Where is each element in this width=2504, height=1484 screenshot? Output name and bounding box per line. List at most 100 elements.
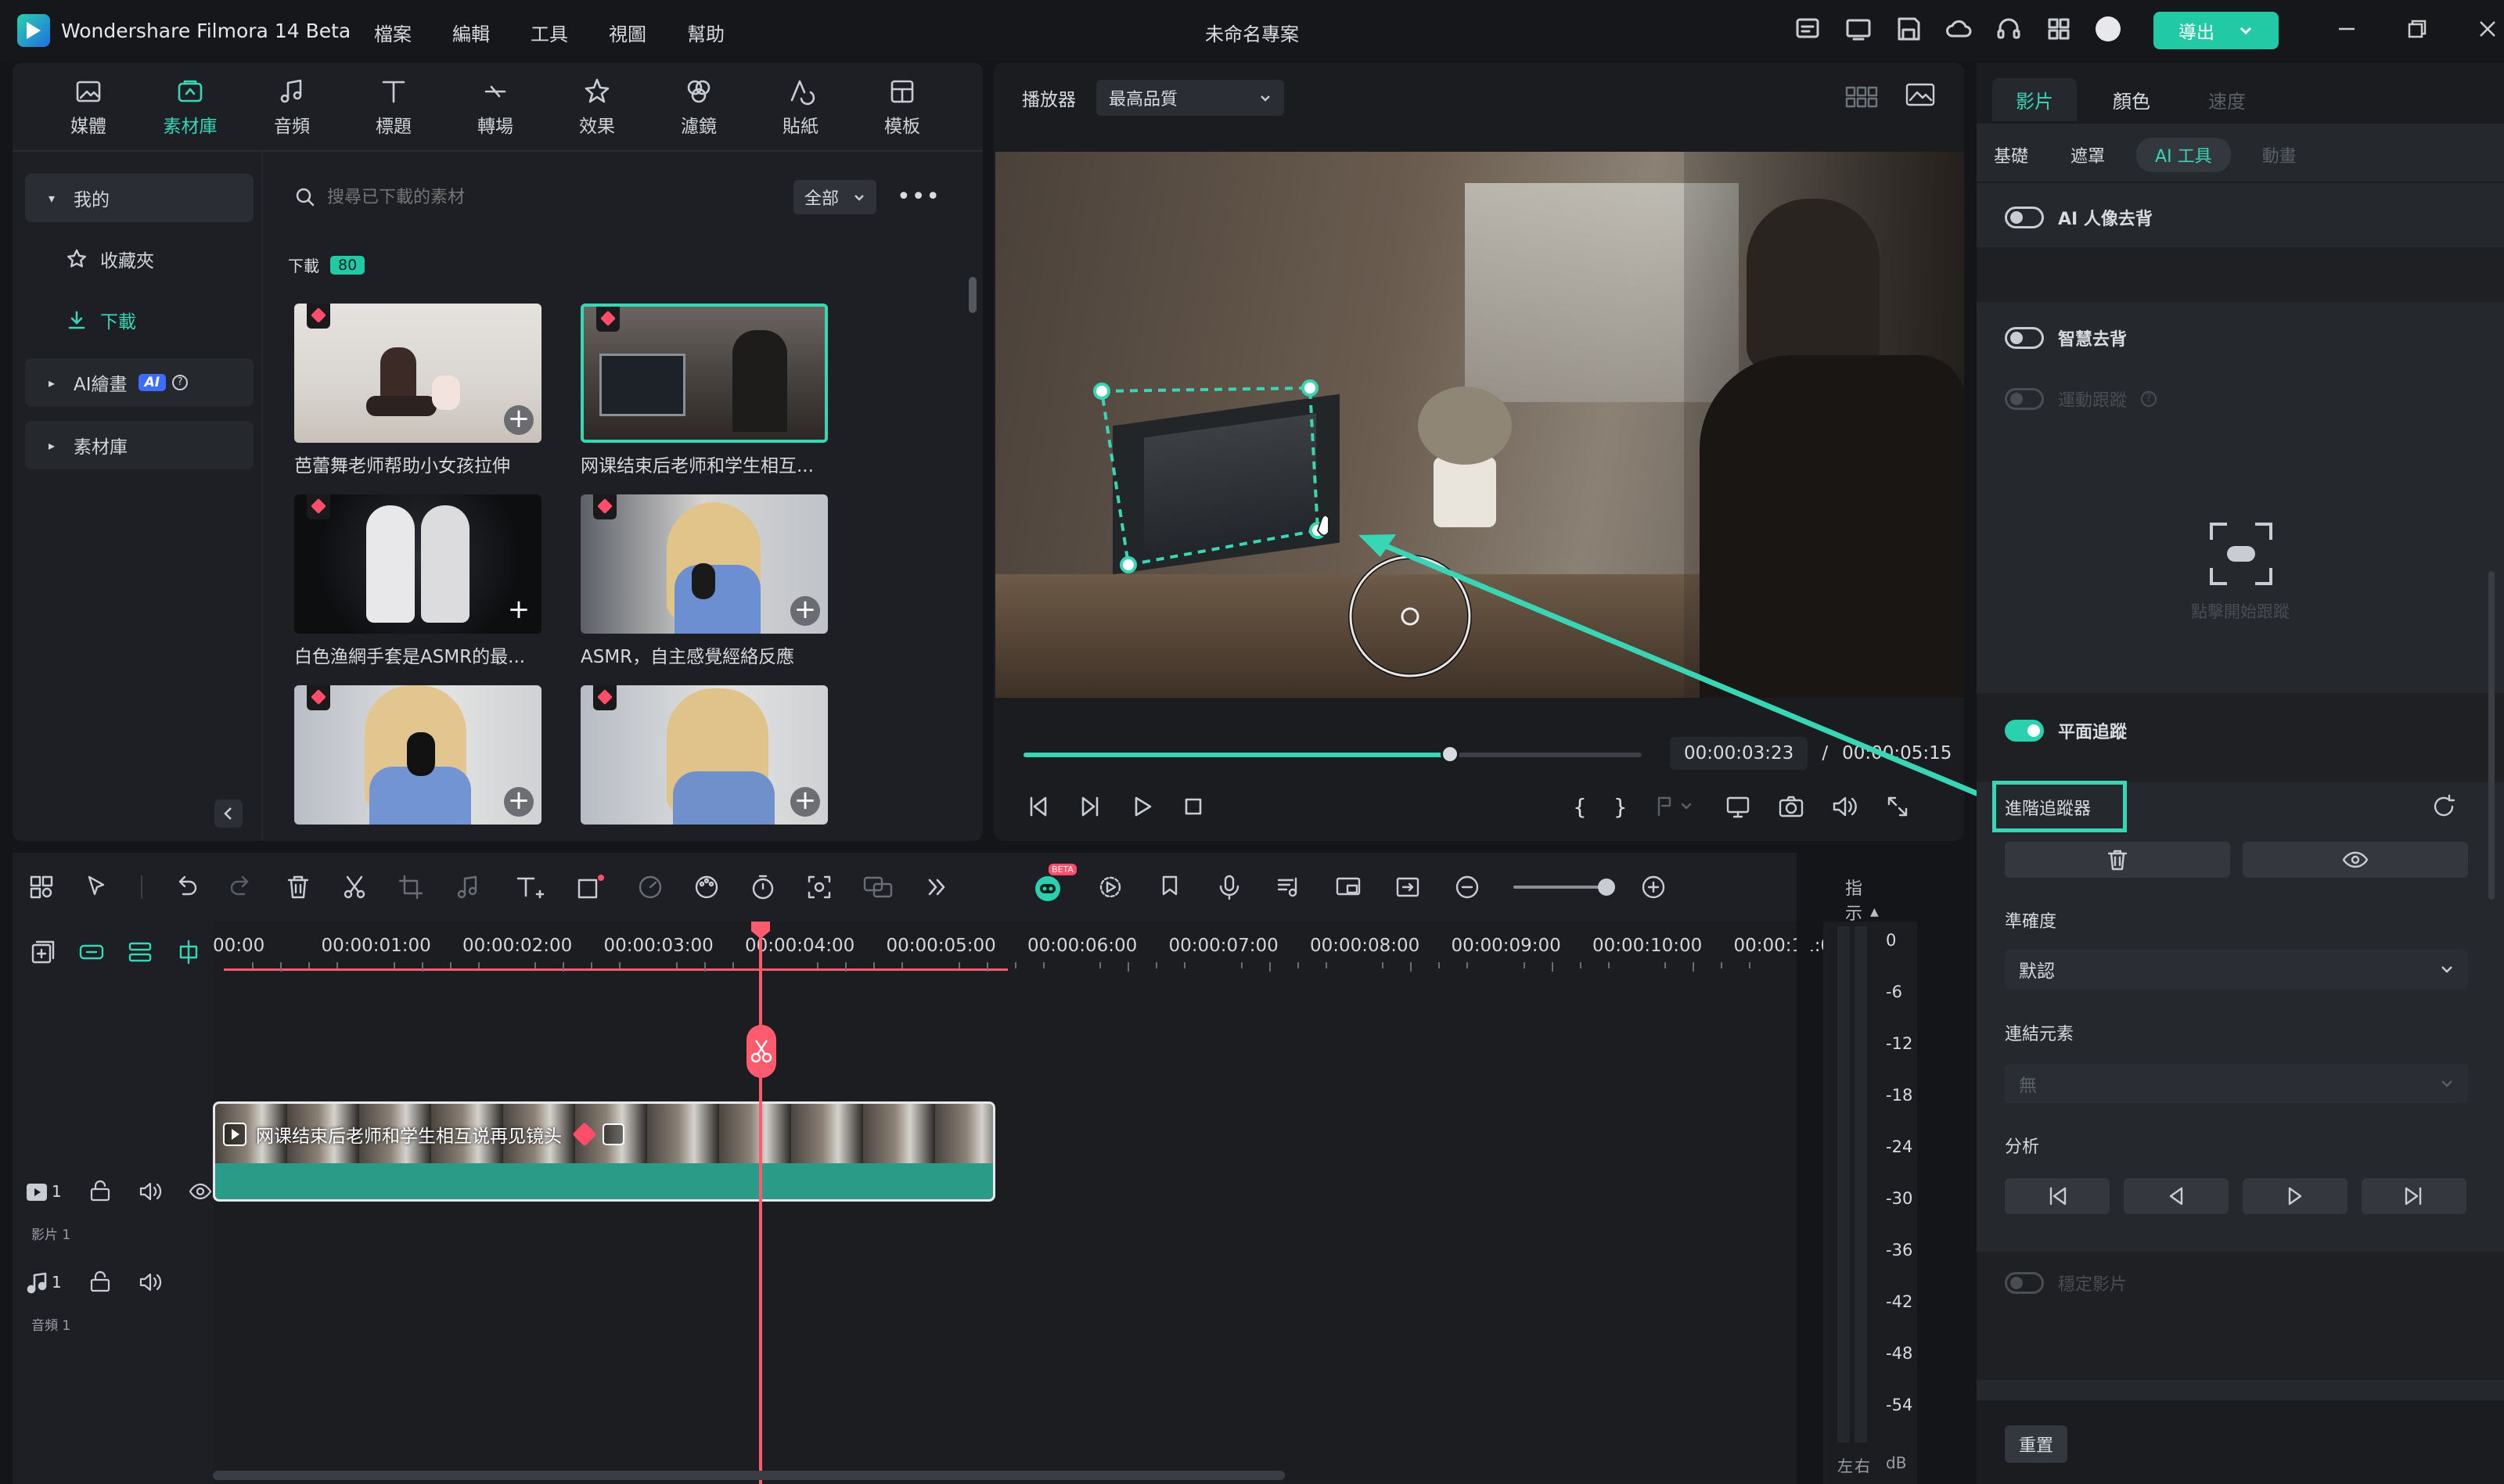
subtab-basic[interactable]: 基礎 <box>1994 142 2028 167</box>
track-forward-full-button[interactable] <box>2362 1178 2466 1214</box>
filter-dropdown[interactable]: 全部 <box>793 180 877 214</box>
ai-copilot-button[interactable]: BETA <box>1031 864 1077 903</box>
accuracy-select[interactable]: 默認 <box>2005 950 2468 989</box>
subtab-mask[interactable]: 遮罩 <box>2070 142 2105 167</box>
library-item-selected[interactable]: 网课结束后老师和学生相互... <box>581 304 831 477</box>
search-input[interactable] <box>327 187 781 207</box>
undo-icon[interactable] <box>172 874 199 900</box>
grid-view-icon[interactable] <box>1844 83 1878 111</box>
restore-icon[interactable] <box>2405 17 2429 41</box>
planar-tracking-toggle[interactable] <box>2005 720 2044 742</box>
tab-color[interactable]: 顏色 <box>2113 86 2150 113</box>
tab-template[interactable]: 模板 <box>851 63 953 149</box>
library-item[interactable]: + 芭蕾舞老师帮助小女孩拉伸 <box>294 304 545 477</box>
library-item[interactable]: + <box>581 685 828 825</box>
smart-scene-icon[interactable] <box>1097 874 1124 900</box>
sidebar-downloads[interactable]: 下載 <box>25 296 254 344</box>
tab-video[interactable]: 影片 <box>1992 78 2077 121</box>
tab-sticker[interactable]: 貼紙 <box>750 63 851 149</box>
export-button[interactable]: 導出 <box>2153 12 2279 49</box>
crop-icon[interactable] <box>398 874 424 900</box>
start-tracking-button[interactable] <box>2204 516 2279 591</box>
audio-mixer-icon[interactable] <box>1275 874 1302 900</box>
delete-icon[interactable] <box>285 874 311 900</box>
camera-icon[interactable] <box>1778 793 1804 820</box>
cloud-icon[interactable] <box>1945 16 1972 42</box>
select-pointer-icon[interactable] <box>85 874 111 900</box>
more-tools-icon[interactable] <box>923 874 950 900</box>
sidebar-library[interactable]: ▸ 素材庫 <box>25 421 254 469</box>
video-preview[interactable] <box>995 152 1964 698</box>
tab-effects-star[interactable]: 效果 <box>546 63 648 149</box>
display-settings-icon[interactable] <box>1725 793 1751 820</box>
delete-tracker-button[interactable] <box>2005 842 2230 878</box>
smart-cutout-toggle[interactable] <box>2005 327 2044 349</box>
sidebar-mine[interactable]: ▾ 我的 <box>25 174 254 222</box>
add-icon[interactable]: + <box>790 787 820 817</box>
time-ruler[interactable]: 00:00 00:00:01:00 00:00:02:00 00:00:03:00 00… <box>213 922 1892 976</box>
playback-progress-bar[interactable] <box>1024 745 1642 764</box>
add-icon[interactable]: + <box>790 596 820 626</box>
reset-button[interactable]: 重置 <box>2005 1425 2068 1463</box>
menu-edit[interactable]: 編輯 <box>452 19 490 46</box>
stop-icon[interactable] <box>1180 793 1207 820</box>
tab-filter[interactable]: 濾鏡 <box>648 63 750 149</box>
lock-icon[interactable] <box>88 1270 112 1294</box>
track-backward-full-button[interactable] <box>2005 1178 2110 1214</box>
sidebar-favorites[interactable]: 收藏夾 <box>25 235 254 283</box>
motion-tracking-toggle[interactable] <box>2005 388 2044 410</box>
replace-clip-icon[interactable] <box>1394 874 1421 900</box>
help-circle-icon[interactable]: ? <box>172 375 189 390</box>
playback-handle[interactable] <box>1441 745 1460 764</box>
sidebar-ai-drawing[interactable]: ▸ AI繪畫 AI ? <box>25 358 254 407</box>
more-options-icon[interactable]: ••• <box>897 185 941 209</box>
menu-file[interactable]: 檔案 <box>374 19 412 46</box>
tab-media[interactable]: 媒體 <box>38 63 139 149</box>
ai-translate-icon[interactable] <box>862 874 894 900</box>
mark-in-icon[interactable]: { <box>1573 794 1587 820</box>
volume-icon[interactable] <box>1831 793 1858 820</box>
menu-tools[interactable]: 工具 <box>531 19 568 46</box>
add-track-icon[interactable] <box>30 939 56 965</box>
video-clip[interactable]: 网课结束后老师和学生相互说再见镜头 <box>213 1101 995 1202</box>
beta-feedback-icon[interactable] <box>1795 16 1822 42</box>
mute-icon[interactable] <box>139 1180 162 1203</box>
subtab-ai-tools[interactable]: AI 工具 <box>2136 138 2231 172</box>
preview-tracker-button[interactable] <box>2243 842 2468 878</box>
save-icon[interactable] <box>1895 16 1922 42</box>
audio-stretch-icon[interactable] <box>454 874 485 900</box>
reset-rotate-icon[interactable] <box>2430 793 2457 820</box>
microphone-icon[interactable] <box>1216 874 1243 900</box>
library-item[interactable]: + ASMR，自主感覺經絡反應 <box>581 494 831 668</box>
auto-reframe-icon[interactable] <box>806 874 833 900</box>
tab-speed[interactable]: 速度 <box>2208 86 2246 113</box>
playhead[interactable] <box>759 922 762 1484</box>
add-icon[interactable]: + <box>504 405 534 435</box>
tab-stock-library[interactable]: 素材庫 <box>139 63 241 149</box>
stabilize-toggle[interactable] <box>2005 1272 2044 1294</box>
layout-icon[interactable] <box>28 874 55 900</box>
picture-in-picture-icon[interactable] <box>1335 874 1362 900</box>
fullscreen-icon[interactable] <box>1884 793 1911 820</box>
library-item[interactable]: + 白色渔網手套是ASMR的最... <box>294 494 545 668</box>
magnetic-timeline-icon[interactable] <box>127 939 153 965</box>
link-icon[interactable] <box>78 939 105 965</box>
add-icon[interactable]: + <box>504 787 534 817</box>
previous-frame-icon[interactable] <box>1025 793 1052 820</box>
zoom-out-icon[interactable] <box>1454 874 1480 900</box>
snap-icon[interactable] <box>175 939 202 965</box>
zoom-in-icon[interactable] <box>1640 874 1667 900</box>
zoom-handle[interactable] <box>1598 879 1615 896</box>
zoom-slider[interactable] <box>1513 879 1615 896</box>
menu-help[interactable]: 幫助 <box>687 19 725 46</box>
mute-icon[interactable] <box>139 1270 162 1294</box>
panel-scrollbar[interactable] <box>2488 571 2495 900</box>
lock-icon[interactable] <box>88 1180 112 1203</box>
timer-icon[interactable] <box>750 874 776 900</box>
track-forward-button[interactable] <box>2243 1178 2348 1214</box>
quality-dropdown[interactable]: 最高品質 <box>1096 80 1284 116</box>
minimize-icon[interactable] <box>2335 17 2358 41</box>
help-circle-icon[interactable]: ? <box>2141 391 2157 407</box>
scissors-icon[interactable] <box>341 874 368 900</box>
split-scissors-button[interactable] <box>747 1025 776 1078</box>
